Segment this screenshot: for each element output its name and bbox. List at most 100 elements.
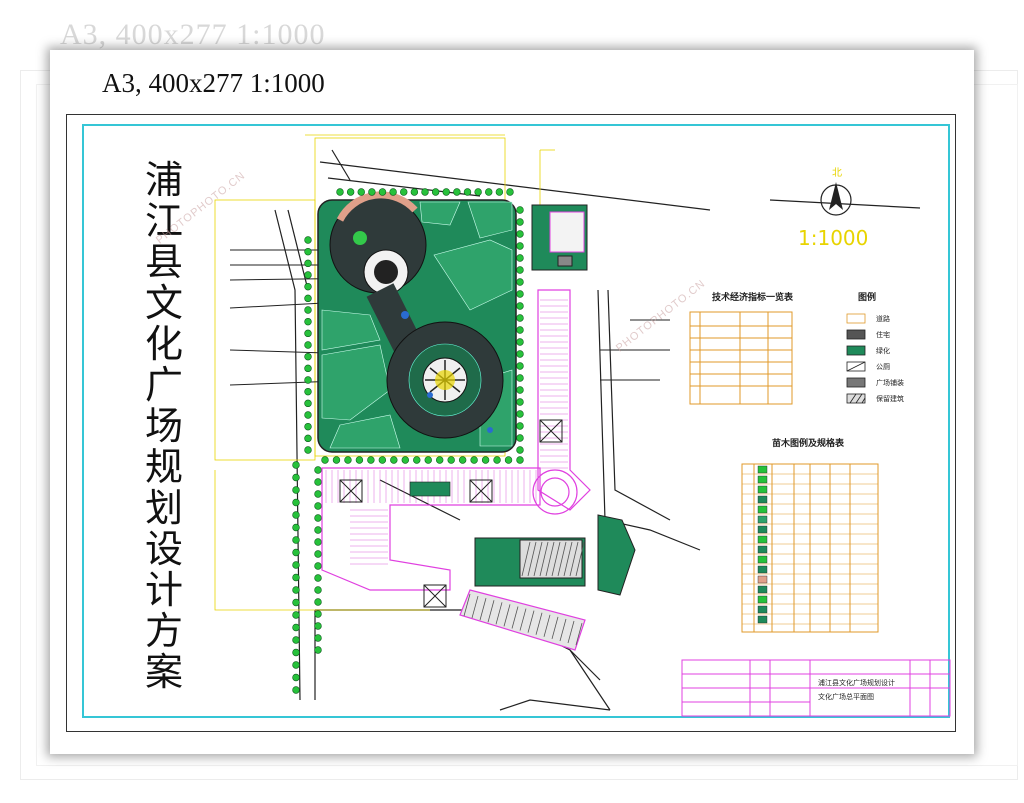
tree-symbol — [292, 498, 300, 507]
tree-symbol — [436, 456, 444, 464]
tree-symbol — [344, 456, 352, 464]
tree-symbol — [304, 294, 312, 303]
tree-symbol — [314, 574, 322, 582]
tree-symbol — [442, 188, 450, 196]
tree-symbol — [506, 188, 514, 196]
legend-item: 道路 — [876, 316, 890, 323]
tree-symbol — [378, 456, 387, 464]
tree-symbol — [413, 456, 421, 464]
tree-symbol — [516, 350, 524, 358]
tree-symbol — [368, 188, 376, 196]
tree-symbol — [401, 456, 409, 464]
tree-symbol — [304, 387, 312, 396]
tree-symbol — [400, 188, 408, 196]
tree-symbol — [314, 598, 322, 606]
tree-symbol — [304, 271, 312, 279]
green-parcel — [597, 514, 636, 596]
tree-symbol — [463, 188, 472, 196]
tree-symbol — [314, 586, 322, 594]
tree-symbol — [516, 398, 524, 406]
tree-symbol — [304, 446, 312, 454]
tree-symbol — [493, 456, 501, 464]
tree-symbol — [314, 622, 322, 630]
tree-symbol — [516, 338, 524, 346]
plant-symbol — [757, 595, 768, 604]
tree-symbol — [516, 314, 524, 322]
plant-symbol — [757, 585, 768, 594]
tree-symbol — [304, 364, 312, 373]
tree-symbol — [292, 686, 300, 694]
tree-symbol — [304, 376, 312, 384]
tree-symbol — [357, 188, 365, 196]
tree-symbol — [292, 473, 300, 482]
tree-symbol — [516, 374, 524, 382]
tree-symbol — [314, 538, 322, 546]
tree-symbol — [516, 326, 524, 334]
tree-symbol — [292, 586, 300, 594]
legend-title: 图例 — [858, 292, 877, 302]
tree-symbol — [346, 188, 355, 196]
tree-symbol — [390, 456, 398, 464]
tree-symbol — [516, 302, 524, 310]
tree-symbol — [314, 562, 322, 570]
tree-symbol — [516, 254, 524, 262]
tree-symbol — [336, 188, 344, 196]
title-block-project: 浦江县文化广场规划设计 — [818, 680, 895, 687]
tree-symbol — [516, 456, 524, 464]
plant-table-title: 苗木图例及规格表 — [772, 438, 845, 448]
tree-symbol — [516, 386, 524, 394]
tree-symbol — [504, 456, 513, 464]
tree-symbol — [516, 290, 524, 298]
tree-symbol — [516, 446, 524, 454]
tree-symbol — [304, 422, 312, 431]
tree-symbol — [474, 188, 482, 196]
plant-symbol — [757, 495, 768, 504]
tree-symbol — [516, 206, 524, 214]
tree-symbol — [292, 573, 300, 582]
tree-symbol — [424, 456, 432, 464]
tree-symbol — [314, 610, 322, 618]
tree-symbol — [314, 514, 322, 522]
plant-symbol — [757, 575, 768, 584]
background-sheet-title: A3, 400x277 1:1000 — [60, 18, 326, 51]
tree-symbol — [431, 188, 440, 196]
tree-symbol — [292, 648, 300, 657]
tree-symbol — [453, 188, 461, 196]
tree-symbol — [292, 536, 300, 544]
tree-symbol — [367, 456, 375, 464]
tree-symbol — [314, 502, 322, 510]
plant-symbol — [757, 485, 768, 494]
plant-symbol — [757, 605, 768, 614]
site-plan-drawing — [214, 134, 951, 717]
tree-symbol — [458, 456, 467, 464]
tree-symbol — [292, 636, 300, 644]
tree-symbol — [304, 434, 312, 443]
tree-symbol — [516, 242, 524, 250]
tree-symbol — [495, 188, 504, 196]
tree-symbol — [447, 456, 455, 464]
legend-item: 绿化 — [876, 348, 890, 355]
plant-symbol — [757, 555, 768, 564]
tree-symbol — [314, 478, 322, 486]
tree-symbol — [355, 456, 364, 464]
plant-symbol — [757, 615, 768, 624]
north-label: 北 — [832, 168, 842, 179]
tree-symbol — [304, 399, 312, 408]
tree-symbol — [304, 259, 312, 268]
tree-symbol — [292, 548, 300, 557]
tree-symbol — [292, 561, 300, 569]
north-arrow-icon — [820, 182, 852, 216]
tree-symbol — [516, 434, 524, 442]
legend-item: 公厕 — [876, 364, 890, 371]
tree-symbol — [314, 466, 322, 474]
tree-symbol — [304, 282, 312, 291]
tech-table-title: 技术经济指标一览表 — [712, 292, 794, 302]
plant-symbol — [757, 465, 768, 474]
tree-symbol — [304, 341, 312, 349]
tree-symbol — [389, 188, 397, 196]
title-block — [681, 659, 951, 717]
tree-symbol — [481, 456, 490, 464]
tree-symbol — [410, 188, 419, 196]
plant-symbol — [757, 475, 768, 484]
tech-table — [689, 311, 793, 405]
